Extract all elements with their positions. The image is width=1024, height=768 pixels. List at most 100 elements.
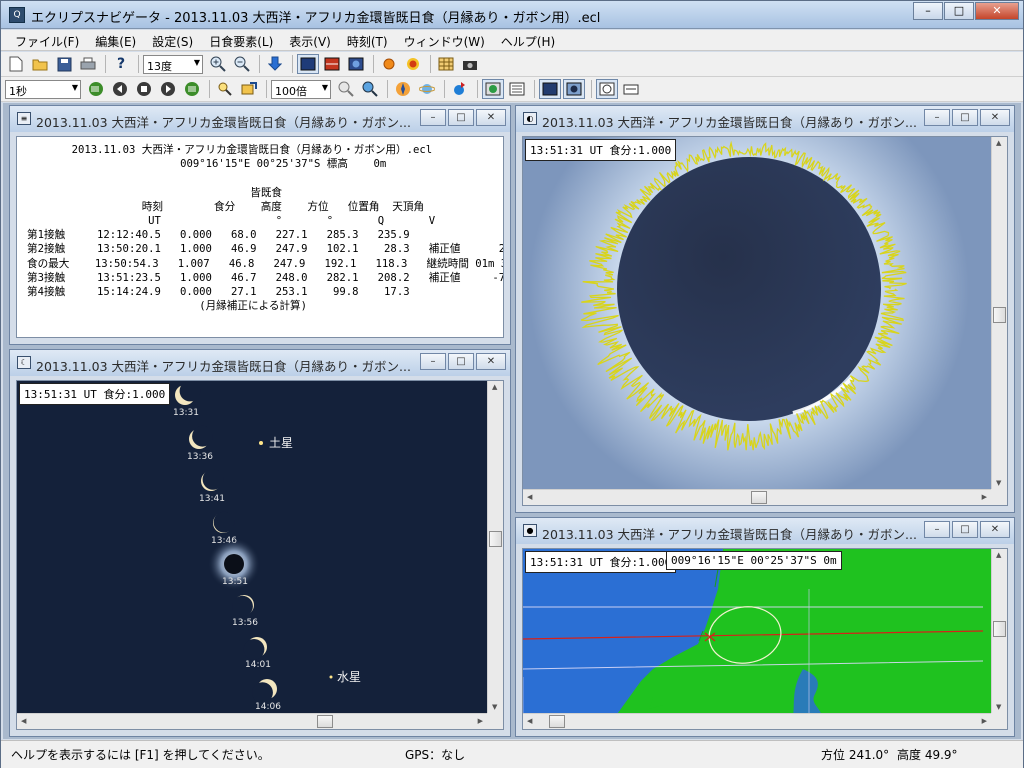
window-report-icon[interactable] <box>506 79 528 99</box>
field-of-view-combo[interactable]: 13度 ▼ <box>143 54 203 74</box>
window-corona-icon[interactable] <box>563 79 585 99</box>
sun-icon[interactable] <box>378 54 400 74</box>
window-timeline-icon[interactable] <box>620 79 642 99</box>
camera-icon[interactable] <box>459 54 481 74</box>
compass-icon[interactable] <box>392 79 414 99</box>
report-body: 2013.11.03 大西洋・アフリカ金環皆既日食（月縁あり・ガボン用）.ecl… <box>16 136 504 338</box>
report-maximize-button[interactable]: □ <box>448 109 474 126</box>
closeup-close-button[interactable]: ✕ <box>980 109 1010 126</box>
save-icon[interactable] <box>53 54 75 74</box>
map-window-title: 2013.11.03 大西洋・アフリカ金環皆既日食（月縁あり・ガボン... <box>542 527 917 542</box>
saturn-marker <box>259 441 263 445</box>
sequence-minimize-button[interactable]: – <box>420 353 446 370</box>
sequence-info-box: 13:51:31 UT 食分:1.000 <box>19 383 171 405</box>
menu-edit[interactable]: 編集(E) <box>87 30 144 50</box>
view-sky-icon[interactable] <box>297 54 319 74</box>
main-toolbar: ? 13度 ▼ <box>1 52 1023 77</box>
sequence-vertical-scrollbar[interactable]: ▲ ▼ <box>487 381 503 713</box>
sky-chart: 13:3113:3613:4113:4613:5113:5614:0114:06… <box>17 381 489 715</box>
contact-times-report: 2013.11.03 大西洋・アフリカ金環皆既日食（月縁あり・ガボン用）.ecl… <box>27 144 504 313</box>
map-maximize-button[interactable]: □ <box>952 521 978 538</box>
title-bar[interactable]: Q エクリプスナビゲータ - 2013.11.03 大西洋・アフリカ金環皆既日食… <box>1 1 1023 29</box>
find-event-icon[interactable] <box>214 79 236 99</box>
download-icon[interactable] <box>264 54 286 74</box>
saturn-label: 土星 <box>269 436 293 450</box>
rewind-fast-icon[interactable] <box>85 79 107 99</box>
corona-icon[interactable] <box>402 54 424 74</box>
sequence-window[interactable]: ☾ 2013.11.03 大西洋・アフリカ金環皆既日食（月縁あり・ガボン... … <box>9 349 511 737</box>
maximize-button[interactable]: □ <box>944 2 974 20</box>
menu-file[interactable]: ファイル(F) <box>7 30 87 50</box>
time-step-combo[interactable]: 1秒 ▼ <box>5 79 81 99</box>
map-window-titlebar[interactable]: ● 2013.11.03 大西洋・アフリカ金環皆既日食（月縁あり・ガボン... … <box>516 518 1014 544</box>
sky-icon: ☾ <box>17 356 31 369</box>
menu-window[interactable]: ウィンドウ(W) <box>396 30 493 50</box>
sequence-close-button[interactable]: ✕ <box>476 353 506 370</box>
location-icon[interactable] <box>449 79 471 99</box>
sequence-window-titlebar[interactable]: ☾ 2013.11.03 大西洋・アフリカ金環皆既日食（月縁あり・ガボン... … <box>10 350 510 376</box>
status-help-text: ヘルプを表示するには [F1] を押してください。 <box>11 748 270 762</box>
open-icon[interactable] <box>29 54 51 74</box>
zoom-sun-icon[interactable] <box>335 79 357 99</box>
phase-time-label: 13:51 <box>222 577 248 587</box>
map-window[interactable]: ● 2013.11.03 大西洋・アフリカ金環皆既日食（月縁あり・ガボン... … <box>515 517 1015 737</box>
closeup-minimize-button[interactable]: – <box>924 109 950 126</box>
report-close-button[interactable]: ✕ <box>476 109 506 126</box>
sequence-view[interactable]: 13:3113:3613:4113:4613:5113:5614:0114:06… <box>16 380 504 730</box>
sequence-horizontal-scrollbar[interactable]: ◀ ▶ <box>17 713 487 729</box>
report-minimize-button[interactable]: – <box>420 109 446 126</box>
status-bar: ヘルプを表示するには [F1] を押してください。 GPS：なし 方位 241.… <box>1 740 1023 768</box>
phase-time-label: 14:01 <box>245 660 271 670</box>
print-icon[interactable] <box>77 54 99 74</box>
phase-time-label: 13:41 <box>199 494 225 504</box>
map-vertical-scrollbar[interactable]: ▲ ▼ <box>991 549 1007 713</box>
phase-time-label: 13:56 <box>232 618 258 628</box>
minimize-button[interactable]: – <box>913 2 943 20</box>
report-icon: ≡ <box>17 112 31 125</box>
step-back-icon[interactable] <box>109 79 131 99</box>
map-horizontal-scrollbar[interactable]: ◀ ▶ <box>523 713 991 729</box>
report-window-titlebar[interactable]: ≡ 2013.11.03 大西洋・アフリカ金環皆既日食（月縁あり・ガボン... … <box>10 106 510 132</box>
menu-eclipse-elements[interactable]: 日食要素(L) <box>201 30 281 50</box>
closeup-maximize-button[interactable]: □ <box>952 109 978 126</box>
map-view[interactable]: 13:51:31 UT 食分:1.000 009°16'15"E 00°25'3… <box>522 548 1008 730</box>
eclipse-phase-1351: 13:51 <box>208 538 260 590</box>
grid-icon[interactable] <box>435 54 457 74</box>
help-icon[interactable]: ? <box>110 54 132 74</box>
report-window[interactable]: ≡ 2013.11.03 大西洋・アフリカ金環皆既日食（月縁あり・ガボン... … <box>9 105 511 345</box>
corona-image <box>523 137 993 491</box>
sequence-maximize-button[interactable]: □ <box>448 353 474 370</box>
close-button[interactable]: ✕ <box>975 2 1019 20</box>
planet-icon[interactable] <box>416 79 438 99</box>
map-info-box: 13:51:31 UT 食分:1.000 <box>525 551 677 573</box>
menu-view[interactable]: 表示(V) <box>281 30 339 50</box>
window-clock-icon[interactable] <box>596 79 618 99</box>
closeup-window[interactable]: ◐ 2013.11.03 大西洋・アフリカ金環皆既日食（月縁あり・ガボン... … <box>515 105 1015 513</box>
closeup-vertical-scrollbar[interactable]: ▲ ▼ <box>991 137 1007 489</box>
map-minimize-button[interactable]: – <box>924 521 950 538</box>
play-icon[interactable] <box>157 79 179 99</box>
menu-help[interactable]: ヘルプ(H) <box>493 30 563 50</box>
phase-time-label: 13:31 <box>173 408 199 418</box>
zoom-in-icon[interactable] <box>207 54 229 74</box>
window-sky-icon[interactable] <box>539 79 561 99</box>
closeup-view[interactable]: 13:51:31 UT 食分:1.000 ▲ ▼ ◀ ▶ <box>522 136 1008 506</box>
status-azimuth: 方位 241.0° <box>821 748 890 762</box>
export-icon[interactable] <box>238 79 260 99</box>
magnification-combo[interactable]: 100倍 ▼ <box>271 79 331 99</box>
forward-fast-icon[interactable] <box>181 79 203 99</box>
stop-icon[interactable] <box>133 79 155 99</box>
window-globe-icon[interactable] <box>482 79 504 99</box>
phase-time-label: 14:06 <box>255 702 281 712</box>
view-sun-icon[interactable] <box>345 54 367 74</box>
closeup-window-titlebar[interactable]: ◐ 2013.11.03 大西洋・アフリカ金環皆既日食（月縁あり・ガボン... … <box>516 106 1014 132</box>
menu-time[interactable]: 時刻(T) <box>339 30 396 50</box>
new-icon[interactable] <box>5 54 27 74</box>
view-map-icon[interactable] <box>321 54 343 74</box>
closeup-horizontal-scrollbar[interactable]: ◀ ▶ <box>523 489 991 505</box>
menu-settings[interactable]: 設定(S) <box>144 30 201 50</box>
zoom-out-icon[interactable] <box>231 54 253 74</box>
map-close-button[interactable]: ✕ <box>980 521 1010 538</box>
app-window: Q エクリプスナビゲータ - 2013.11.03 大西洋・アフリカ金環皆既日食… <box>0 0 1024 768</box>
zoom-moon-icon[interactable] <box>359 79 381 99</box>
